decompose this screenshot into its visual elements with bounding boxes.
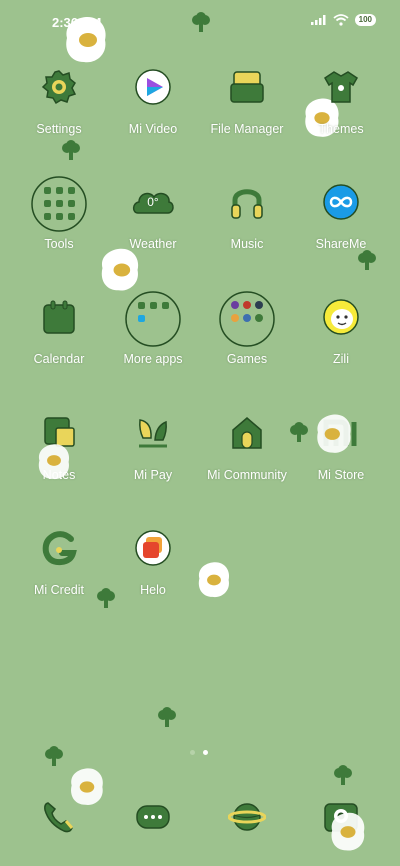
games-folder-icon [219,291,275,347]
dock-browser[interactable] [200,790,294,840]
app-mi-video[interactable]: Mi Video [106,60,200,160]
fried-egg-decoration [38,444,70,480]
app-music[interactable]: Music [200,175,294,275]
app-settings[interactable]: Settings [12,60,106,160]
status-icons: 100 [310,14,376,26]
file-manager-icon [230,71,264,103]
messages-icon [136,805,170,829]
app-label: Zili [333,352,349,366]
app-weather[interactable]: 0° Weather [106,175,200,275]
mi-video-icon [135,69,171,105]
app-mi-community[interactable]: Mi Community [200,406,294,506]
mi-community-icon [232,417,262,449]
broccoli-decoration [158,707,176,727]
helo-icon [135,530,171,566]
mi-pay-icon [139,419,167,448]
app-calendar[interactable]: Calendar [12,290,106,390]
settings-icon [41,70,77,105]
zili-icon [323,299,359,335]
more-apps-folder-icon [125,291,181,347]
page-indicator[interactable] [190,750,208,755]
fried-egg-decoration [317,414,351,453]
app-tools[interactable]: Tools [12,175,106,275]
tools-folder-icon [31,176,87,232]
app-label: Helo [140,583,166,597]
weather-temperature: 0° [147,195,159,209]
app-games[interactable]: Games [200,290,294,390]
mi-credit-icon [42,531,77,566]
app-file-manager[interactable]: File Manager [200,60,294,160]
themes-icon [324,71,358,103]
page-dot-active[interactable] [203,750,208,755]
shareme-icon [323,184,359,220]
app-label: ShareMe [315,237,367,251]
app-label: Themes [318,122,364,136]
app-label: Mi Store [317,468,365,482]
app-more-apps[interactable]: More apps [106,290,200,390]
battery-indicator: 100 [354,14,376,26]
broccoli-decoration [192,12,210,32]
browser-icon [228,803,266,831]
app-themes[interactable]: Themes [294,60,388,160]
broccoli-decoration [45,746,63,766]
dock-messages[interactable] [106,790,200,840]
app-mi-pay[interactable]: Mi Pay [106,406,200,506]
app-shareme[interactable]: ShareMe [294,175,388,275]
broccoli-decoration [334,765,352,785]
app-mi-credit[interactable]: Mi Credit [12,521,106,621]
app-helo[interactable]: Helo [106,521,200,621]
app-zili[interactable]: Zili [294,290,388,390]
fried-egg-decoration [71,768,103,805]
wifi-icon [333,14,349,26]
headphones-icon [231,189,263,219]
calendar-icon [43,300,75,334]
fried-egg-decoration [331,812,365,851]
signal-icon [310,15,326,25]
fried-egg-decoration [66,16,106,63]
page-dot[interactable] [190,750,195,755]
